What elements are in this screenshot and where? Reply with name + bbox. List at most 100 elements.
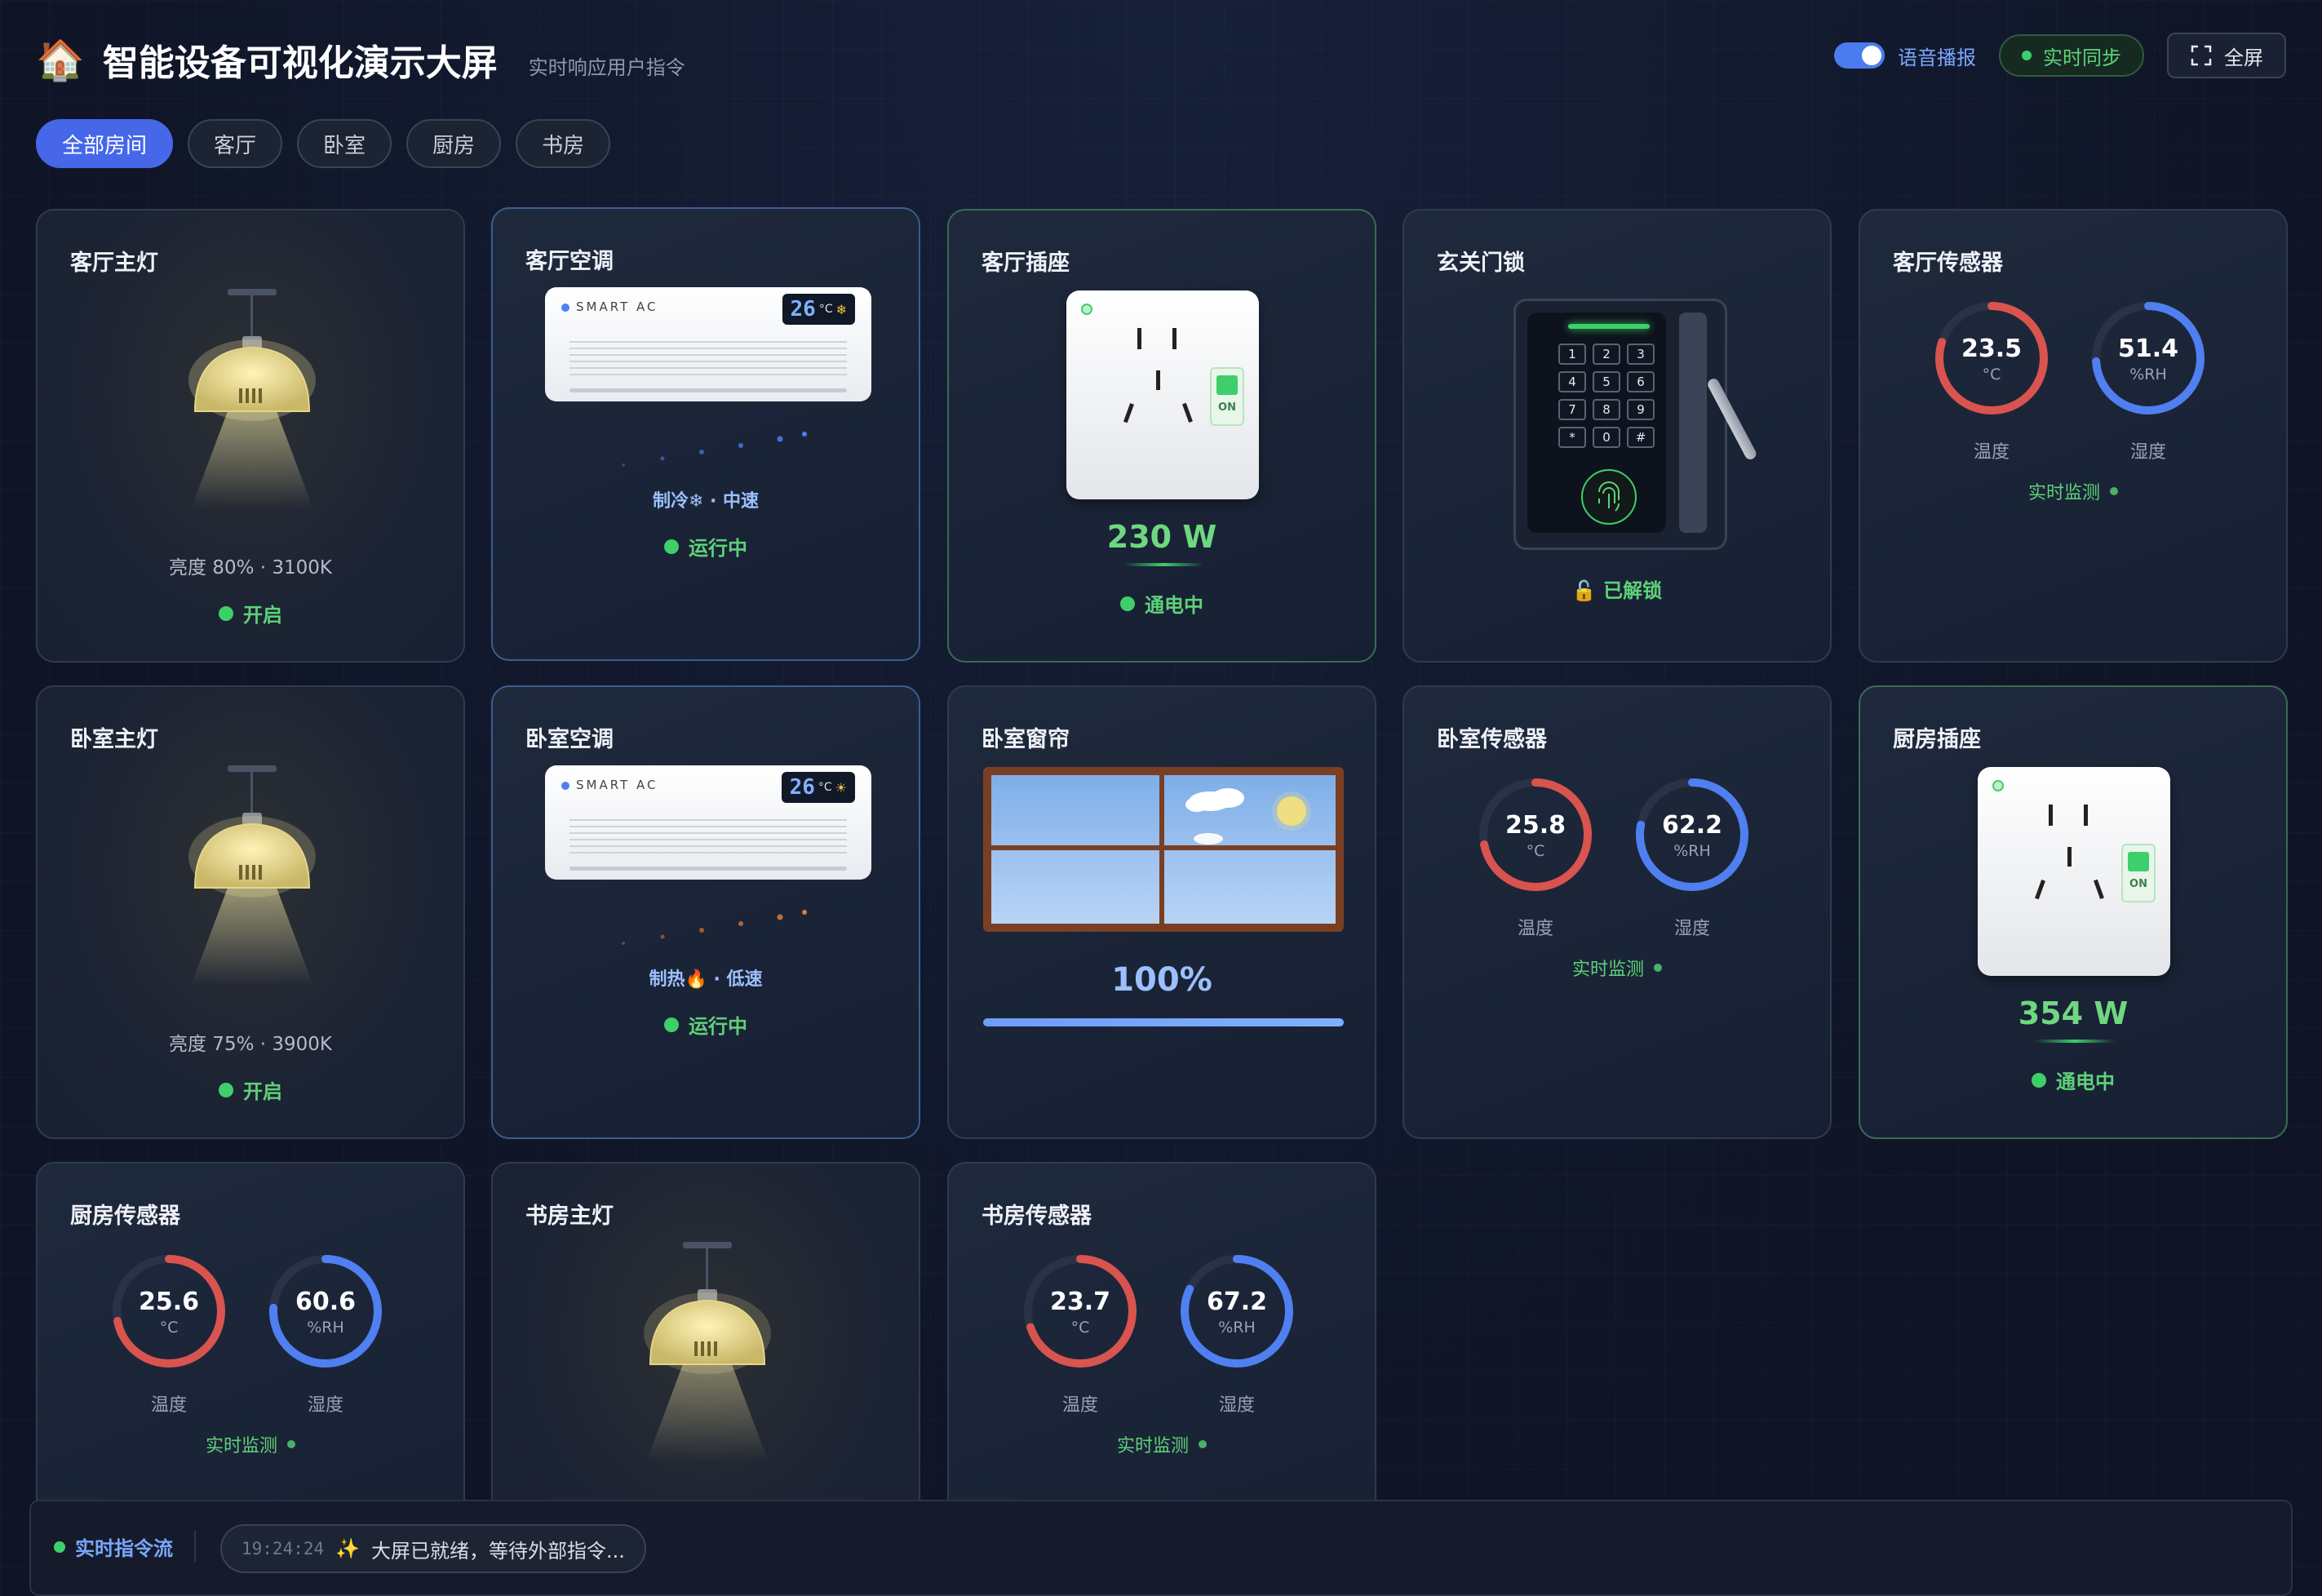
command-message[interactable]: 19:24:24 ✨ 大屏已就绪，等待外部指令... [220, 1524, 646, 1573]
toggle-switch[interactable] [1834, 42, 1885, 69]
keypad-key[interactable]: # [1627, 427, 1655, 448]
keypad-key[interactable]: 4 [1558, 371, 1586, 392]
device-card-living-socket[interactable]: 客厅插座 ON 230 W 通电中 [947, 209, 1376, 663]
status-badge: 开启 [38, 1075, 463, 1104]
tab-study[interactable]: 书房 [516, 119, 611, 168]
ac-brand: SMART AC [576, 778, 658, 792]
humidity-unit: %RH [1673, 842, 1711, 860]
status-badge: 开启 [38, 599, 463, 627]
device-card-bedroom-curtain[interactable]: 卧室窗帘 100% [947, 685, 1376, 1139]
message-time: 19:24:24 [242, 1539, 325, 1558]
curtain-progress-fill [983, 1018, 1344, 1026]
monitor-label: 实时监测 [205, 1436, 277, 1456]
ac-temp: 26 [790, 297, 816, 321]
keypad-key[interactable]: 5 [1593, 371, 1620, 392]
lock-indicator [1568, 324, 1650, 329]
power-underline [1123, 563, 1203, 566]
card-title: 厨房插座 [1893, 727, 1981, 752]
live-dot-icon [54, 1541, 65, 1553]
device-card-living-light[interactable]: 客厅主灯 亮度 80% · 3100K 开启 [36, 209, 465, 663]
humidity-label: 湿度 [307, 1395, 343, 1416]
status-dot-icon [2032, 1072, 2046, 1088]
ceiling-lamp-icon [644, 1242, 771, 1462]
keypad-key[interactable]: * [1558, 427, 1586, 448]
keypad-key[interactable]: 9 [1627, 399, 1655, 420]
tab-living-room[interactable]: 客厅 [188, 119, 283, 168]
power-socket: ON [1978, 767, 2170, 976]
humidity-unit: %RH [1218, 1319, 1256, 1337]
ac-mode: 制冷❄ · 中速 [652, 491, 760, 512]
device-card-living-sensor[interactable]: 客厅传感器 23.5 °C 温度 51.4 %RH 湿度 实时监测 [1859, 209, 2288, 663]
keypad-key[interactable]: 6 [1627, 371, 1655, 392]
command-stream-bar: 实时指令流 19:24:24 ✨ 大屏已就绪，等待外部指令... [29, 1500, 2293, 1596]
keypad-key[interactable]: 7 [1558, 399, 1586, 420]
divider [194, 1531, 196, 1562]
door-handle[interactable] [1705, 376, 1758, 462]
device-card-bedroom-ac[interactable]: 卧室空调 SMART AC 26 °C ☀ 制热🔥 · 低速 运行中 [491, 685, 920, 1139]
ac-brand: SMART AC [576, 299, 658, 314]
sparkle-icon: ✨ [335, 1537, 361, 1560]
card-title: 书房主灯 [525, 1204, 614, 1229]
socket-led-icon [1081, 304, 1092, 315]
keypad-key[interactable]: 8 [1593, 399, 1620, 420]
keypad-key[interactable]: 3 [1627, 344, 1655, 365]
ac-vent-lines [569, 819, 847, 857]
temperature-label: 温度 [150, 1395, 187, 1416]
page-subtitle: 实时响应用户指令 [528, 55, 685, 79]
keypad-key[interactable]: 0 [1593, 427, 1620, 448]
monitor-dot-icon [2110, 487, 2118, 495]
power-value: 230 W [1106, 519, 1217, 555]
device-card-living-ac[interactable]: 客厅空调 SMART AC 26 °C ❄ 制冷❄ · 中速 运行中 [491, 207, 920, 661]
sync-label: 实时同步 [2043, 46, 2121, 69]
tab-kitchen[interactable]: 厨房 [406, 119, 502, 168]
temperature-label: 温度 [1517, 919, 1553, 939]
fullscreen-icon [2191, 45, 2212, 66]
device-card-door-lock[interactable]: 玄关门锁 1 2 3 4 5 6 7 8 9 * 0 # 🔓 已解锁 [1403, 209, 1832, 663]
socket-switch[interactable]: ON [2121, 844, 2156, 902]
device-card-bedroom-sensor[interactable]: 卧室传感器 25.8 °C 温度 62.2 %RH 湿度 实时监测 [1403, 685, 1832, 1139]
humidity-value: 51.4 [2117, 335, 2179, 363]
humidity-label: 湿度 [2129, 442, 2166, 463]
power-socket: ON [1066, 290, 1259, 499]
socket-switch[interactable]: ON [1210, 367, 1244, 426]
switch-label: ON [2129, 878, 2147, 890]
ac-led-icon [561, 782, 569, 790]
card-title: 卧室空调 [525, 727, 614, 752]
snowflake-icon: ❄ [835, 301, 847, 317]
monitor-status: 实时监测 [1404, 955, 1830, 981]
fullscreen-button[interactable]: 全屏 [2167, 33, 2286, 78]
status-label: 开启 [243, 1080, 282, 1103]
ceiling-lamp-icon [188, 765, 316, 986]
tab-all-rooms[interactable]: 全部房间 [36, 119, 174, 168]
fingerprint-button[interactable] [1581, 469, 1637, 525]
switch-label: ON [1218, 401, 1236, 414]
keypad-key[interactable]: 1 [1558, 344, 1586, 365]
sync-badge[interactable]: 实时同步 [1999, 34, 2144, 77]
airflow-dots [622, 910, 807, 945]
house-icon: 🏠 [36, 37, 85, 83]
air-conditioner-unit: SMART AC 26 °C ❄ [545, 287, 871, 401]
device-card-kitchen-socket[interactable]: 厨房插座 ON 354 W 通电中 [1859, 685, 2288, 1139]
temperature-unit: °C [1526, 842, 1545, 860]
ac-led-icon [561, 304, 569, 312]
lamp-info: 亮度 75% · 3900K [169, 1034, 332, 1055]
ac-louver [569, 388, 847, 392]
keypad-key[interactable]: 2 [1593, 344, 1620, 365]
status-dot-icon [1120, 596, 1135, 611]
card-title: 玄关门锁 [1437, 250, 1525, 276]
status-badge: 运行中 [493, 532, 919, 561]
fullscreen-label: 全屏 [2224, 46, 2263, 69]
humidity-value: 62.2 [1661, 811, 1723, 840]
monitor-status: 实时监测 [38, 1431, 463, 1457]
humidity-value: 60.6 [295, 1288, 357, 1316]
temperature-unit: °C [1070, 1319, 1090, 1337]
tab-bedroom[interactable]: 卧室 [297, 119, 392, 168]
keypad-screen: 1 2 3 4 5 6 7 8 9 * 0 # [1527, 313, 1666, 533]
page-title: 智能设备可视化演示大屏 [102, 42, 498, 84]
voice-broadcast-toggle[interactable]: 语音播报 [1834, 42, 1976, 70]
device-card-bedroom-light[interactable]: 卧室主灯 亮度 75% · 3900K 开启 [36, 685, 465, 1139]
curtain-progress[interactable] [983, 1018, 1344, 1026]
monitor-status: 实时监测 [949, 1431, 1375, 1457]
air-conditioner-unit: SMART AC 26 °C ☀ [545, 765, 871, 880]
status-label: 运行中 [689, 1015, 747, 1038]
